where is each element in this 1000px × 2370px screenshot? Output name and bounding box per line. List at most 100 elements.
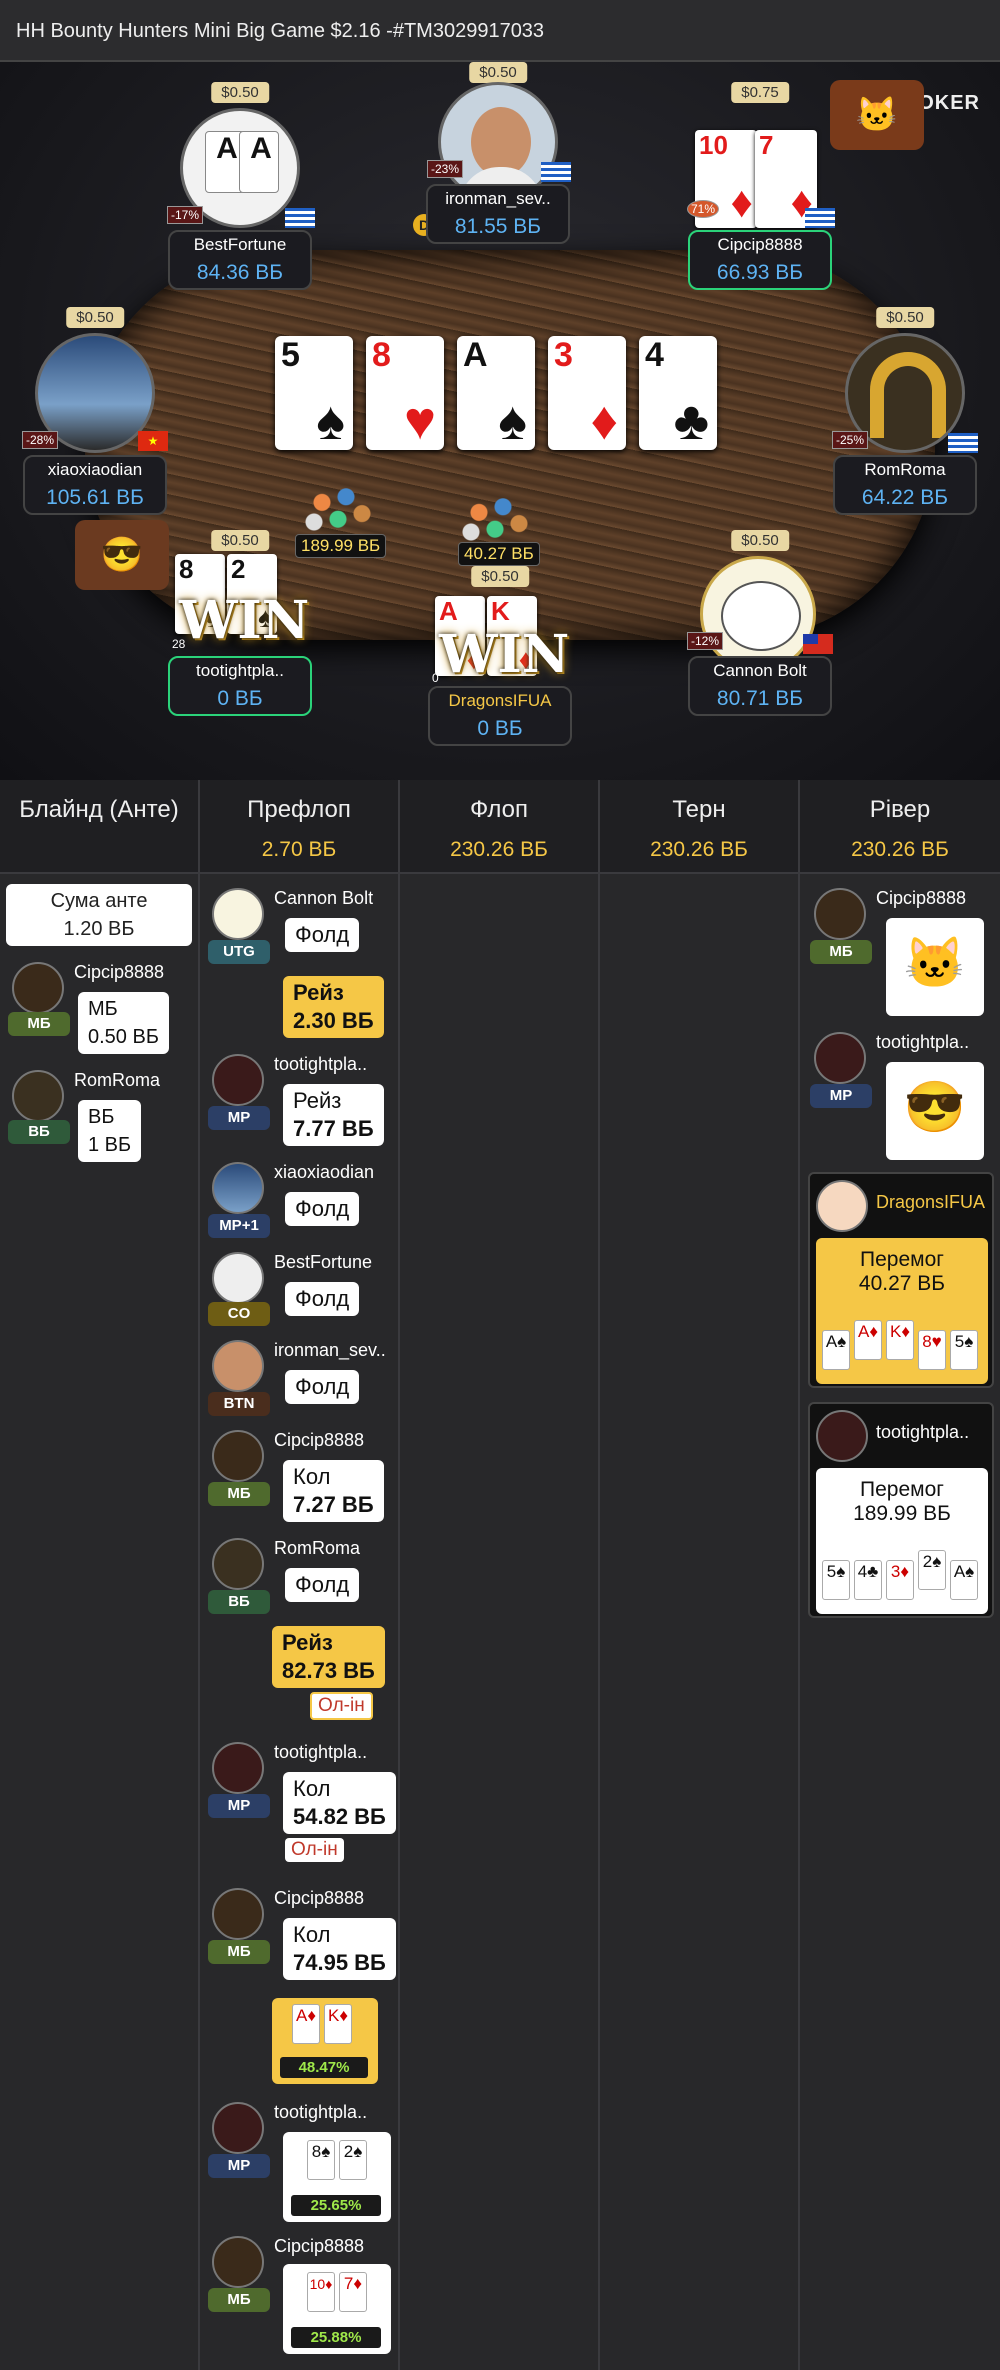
nameplate: ironman_sev.. 81.55 ВБ bbox=[426, 184, 570, 244]
hand-history: Блайнд (Анте) Префлоп 2.70 ВБ Флоп 230.26 … bbox=[0, 780, 1000, 2370]
window-title: HH Bounty Hunters Mini Big Game $2.16 -#… bbox=[0, 0, 1000, 62]
avatar-horse-icon bbox=[814, 1032, 866, 1084]
turn-column bbox=[600, 874, 800, 2370]
bet-chip: $0.50 bbox=[66, 307, 124, 328]
flag-greece-icon bbox=[805, 208, 835, 228]
player-stack: 0 ВБ bbox=[217, 687, 263, 710]
board-card: 5 ♠ bbox=[275, 336, 353, 450]
player-stack: 66.93 ВБ bbox=[716, 261, 804, 284]
seat-tootightpla[interactable]: $0.50 8 ♠ 2 ♠ WIN 28 tootightpla.. 0 ВБ bbox=[168, 530, 312, 780]
action-bubble: Кол 74.95 ВБ bbox=[283, 1918, 396, 1980]
player-name: BestFortune bbox=[193, 235, 287, 254]
seat-cipcip8888[interactable]: $0.75 10 ♦ 7 ♦ 71% Cipcip8888 66.93 ВБ bbox=[687, 82, 835, 290]
position-badge: MP+1 bbox=[208, 1214, 270, 1238]
winner-amount-box: Перемог 189.99 ВБ 5♠ 4♣ 3♦ 2♠ A♠ bbox=[816, 1468, 988, 1614]
position-badge: ВБ bbox=[8, 1120, 70, 1144]
allin-badge: Ол-ін bbox=[310, 1692, 373, 1720]
bounty-fire-badge: 71% bbox=[687, 200, 720, 218]
nameplate: DragonsIFUA 0 ВБ bbox=[428, 686, 572, 746]
chip-stack-icon bbox=[455, 490, 535, 546]
bet-chip: $0.50 bbox=[211, 530, 269, 551]
action-bubble: Фолд bbox=[285, 1568, 360, 1602]
allin-badge: Ол-ін bbox=[285, 1838, 344, 1862]
player-name: DragonsIFUA bbox=[448, 691, 552, 710]
flag-greece-icon bbox=[285, 208, 315, 228]
mini-card: 5♠ bbox=[950, 1330, 978, 1370]
nameplate: BestFortune 84.36 ВБ bbox=[168, 230, 312, 290]
winner-amount: 189.99 ВБ bbox=[853, 1502, 951, 1525]
equity-value: 25.65% bbox=[291, 2195, 381, 2216]
player-name: RomRoma bbox=[274, 1538, 361, 1558]
street-header-preflop[interactable]: Префлоп 2.70 ВБ bbox=[200, 780, 400, 874]
board-card: 8 ♥ bbox=[366, 336, 444, 450]
win-badge: WIN bbox=[439, 624, 570, 685]
bounty-pct-badge: 28 bbox=[172, 637, 186, 651]
street-header-turn[interactable]: Терн 230.26 ВБ bbox=[600, 780, 800, 874]
avatar-hamster-icon bbox=[212, 888, 264, 940]
flag-greece-icon bbox=[541, 162, 571, 182]
flop-column bbox=[400, 874, 600, 2370]
bet-chip: $0.50 bbox=[469, 62, 527, 83]
winner-amount: 40.27 ВБ bbox=[858, 1272, 946, 1295]
street-header-flop[interactable]: Флоп 230.26 ВБ bbox=[400, 780, 600, 874]
avatar-horse-icon bbox=[816, 1410, 868, 1462]
street-header-river[interactable]: Рівер 230.26 ВБ bbox=[800, 780, 1000, 874]
player-name: ironman_sev.. bbox=[445, 189, 551, 208]
mini-card: K♦ bbox=[886, 1320, 914, 1360]
bounty-pct-badge: -28% bbox=[22, 431, 59, 449]
side-pot-label: 189.99 ВБ bbox=[295, 534, 387, 558]
player-name: tootightpla.. bbox=[196, 661, 284, 680]
player-name: tootightpla.. bbox=[274, 1742, 368, 1762]
position-badge: МБ bbox=[208, 1940, 270, 1964]
player-stack: 105.61 ВБ bbox=[46, 486, 144, 509]
position-badge: MP bbox=[810, 1084, 872, 1108]
flag-greece-icon bbox=[948, 433, 978, 453]
seat-cannonbolt[interactable]: $0.50 -12% Cannon Bolt 80.71 ВБ bbox=[687, 530, 833, 780]
action-bubble: Кол 7.27 ВБ bbox=[283, 1460, 384, 1522]
player-name: xiaoxiaodian bbox=[47, 460, 143, 479]
chip-stack-icon bbox=[298, 480, 378, 536]
player-name: Cannon Bolt bbox=[713, 661, 807, 680]
winner-label: Перемог bbox=[860, 1248, 944, 1271]
position-badge: UTG bbox=[208, 940, 270, 964]
mini-card: A♦ bbox=[854, 1320, 882, 1360]
position-badge: ВБ bbox=[208, 1590, 270, 1614]
avatar-cipcip-icon bbox=[212, 1888, 264, 1940]
main-pot-label: 40.27 ВБ bbox=[458, 542, 540, 566]
seat-dragonsifua[interactable]: $0.50 A ♦ K ♦ WIN 0 DragonsIFUA 0 ВБ bbox=[428, 566, 572, 780]
bet-chip: $0.50 bbox=[876, 307, 934, 328]
winner-label: Перемог bbox=[860, 1478, 944, 1501]
avatar-cipcip-icon bbox=[212, 2236, 264, 2288]
flag-taiwan-icon bbox=[803, 634, 833, 654]
winner-panel: tootightpla.. Перемог 189.99 ВБ 5♠ 4♣ 3♦… bbox=[808, 1402, 994, 1618]
player-name: Cannon Bolt bbox=[274, 888, 374, 908]
action-bubble: Рейз 7.77 ВБ bbox=[283, 1084, 384, 1146]
position-badge: MP bbox=[208, 1106, 270, 1130]
position-badge: BTN bbox=[208, 1392, 270, 1416]
mini-card: 5♠ bbox=[822, 1560, 850, 1600]
avatar-cipcip-icon bbox=[212, 1430, 264, 1482]
player-name: tootightpla.. bbox=[274, 1054, 368, 1074]
ante-total-box: Сума анте 1.20 ВБ bbox=[6, 884, 192, 946]
action-bubble: МБ 0.50 ВБ bbox=[78, 992, 169, 1054]
player-name: tootightpla.. bbox=[274, 2102, 368, 2122]
seat-romroma[interactable]: $0.50 -25% RomRoma 64.22 ВБ bbox=[832, 307, 978, 515]
seat-ironman[interactable]: $0.50 -23% D ironman_sev.. 81.55 ВБ bbox=[413, 62, 571, 262]
mini-card: 7♦ bbox=[339, 2272, 367, 2312]
poker-table-view: POKER 🐱 😎 $0.50 A A -17% BestFortune 84.… bbox=[0, 62, 1000, 780]
raise-bubble: Рейз 2.30 ВБ bbox=[283, 976, 384, 1038]
seat-xiaoxiaodian[interactable]: $0.50 -28% ★ xiaoxiaodian 105.61 ВБ bbox=[22, 307, 168, 515]
avatar-horseshoe-icon bbox=[12, 1070, 64, 1122]
avatar-horseshoe-icon bbox=[212, 1538, 264, 1590]
bet-chip: $0.50 bbox=[211, 82, 269, 103]
bet-chip: $0.75 bbox=[731, 82, 789, 103]
street-header-blinds[interactable]: Блайнд (Анте) bbox=[0, 780, 200, 874]
flag-china-icon: ★ bbox=[138, 431, 168, 451]
player-name: Cipcip8888 bbox=[274, 1430, 365, 1450]
board-card: A ♠ bbox=[457, 336, 535, 450]
equity-box: 8♠ 2♠ 25.65% bbox=[283, 2132, 391, 2222]
mini-card: A♠ bbox=[950, 1560, 978, 1600]
seat-bestfortune[interactable]: $0.50 A A -17% BestFortune 84.36 ВБ bbox=[167, 82, 315, 290]
bounty-pct-badge: -12% bbox=[687, 632, 724, 650]
position-badge: МБ bbox=[810, 940, 872, 964]
